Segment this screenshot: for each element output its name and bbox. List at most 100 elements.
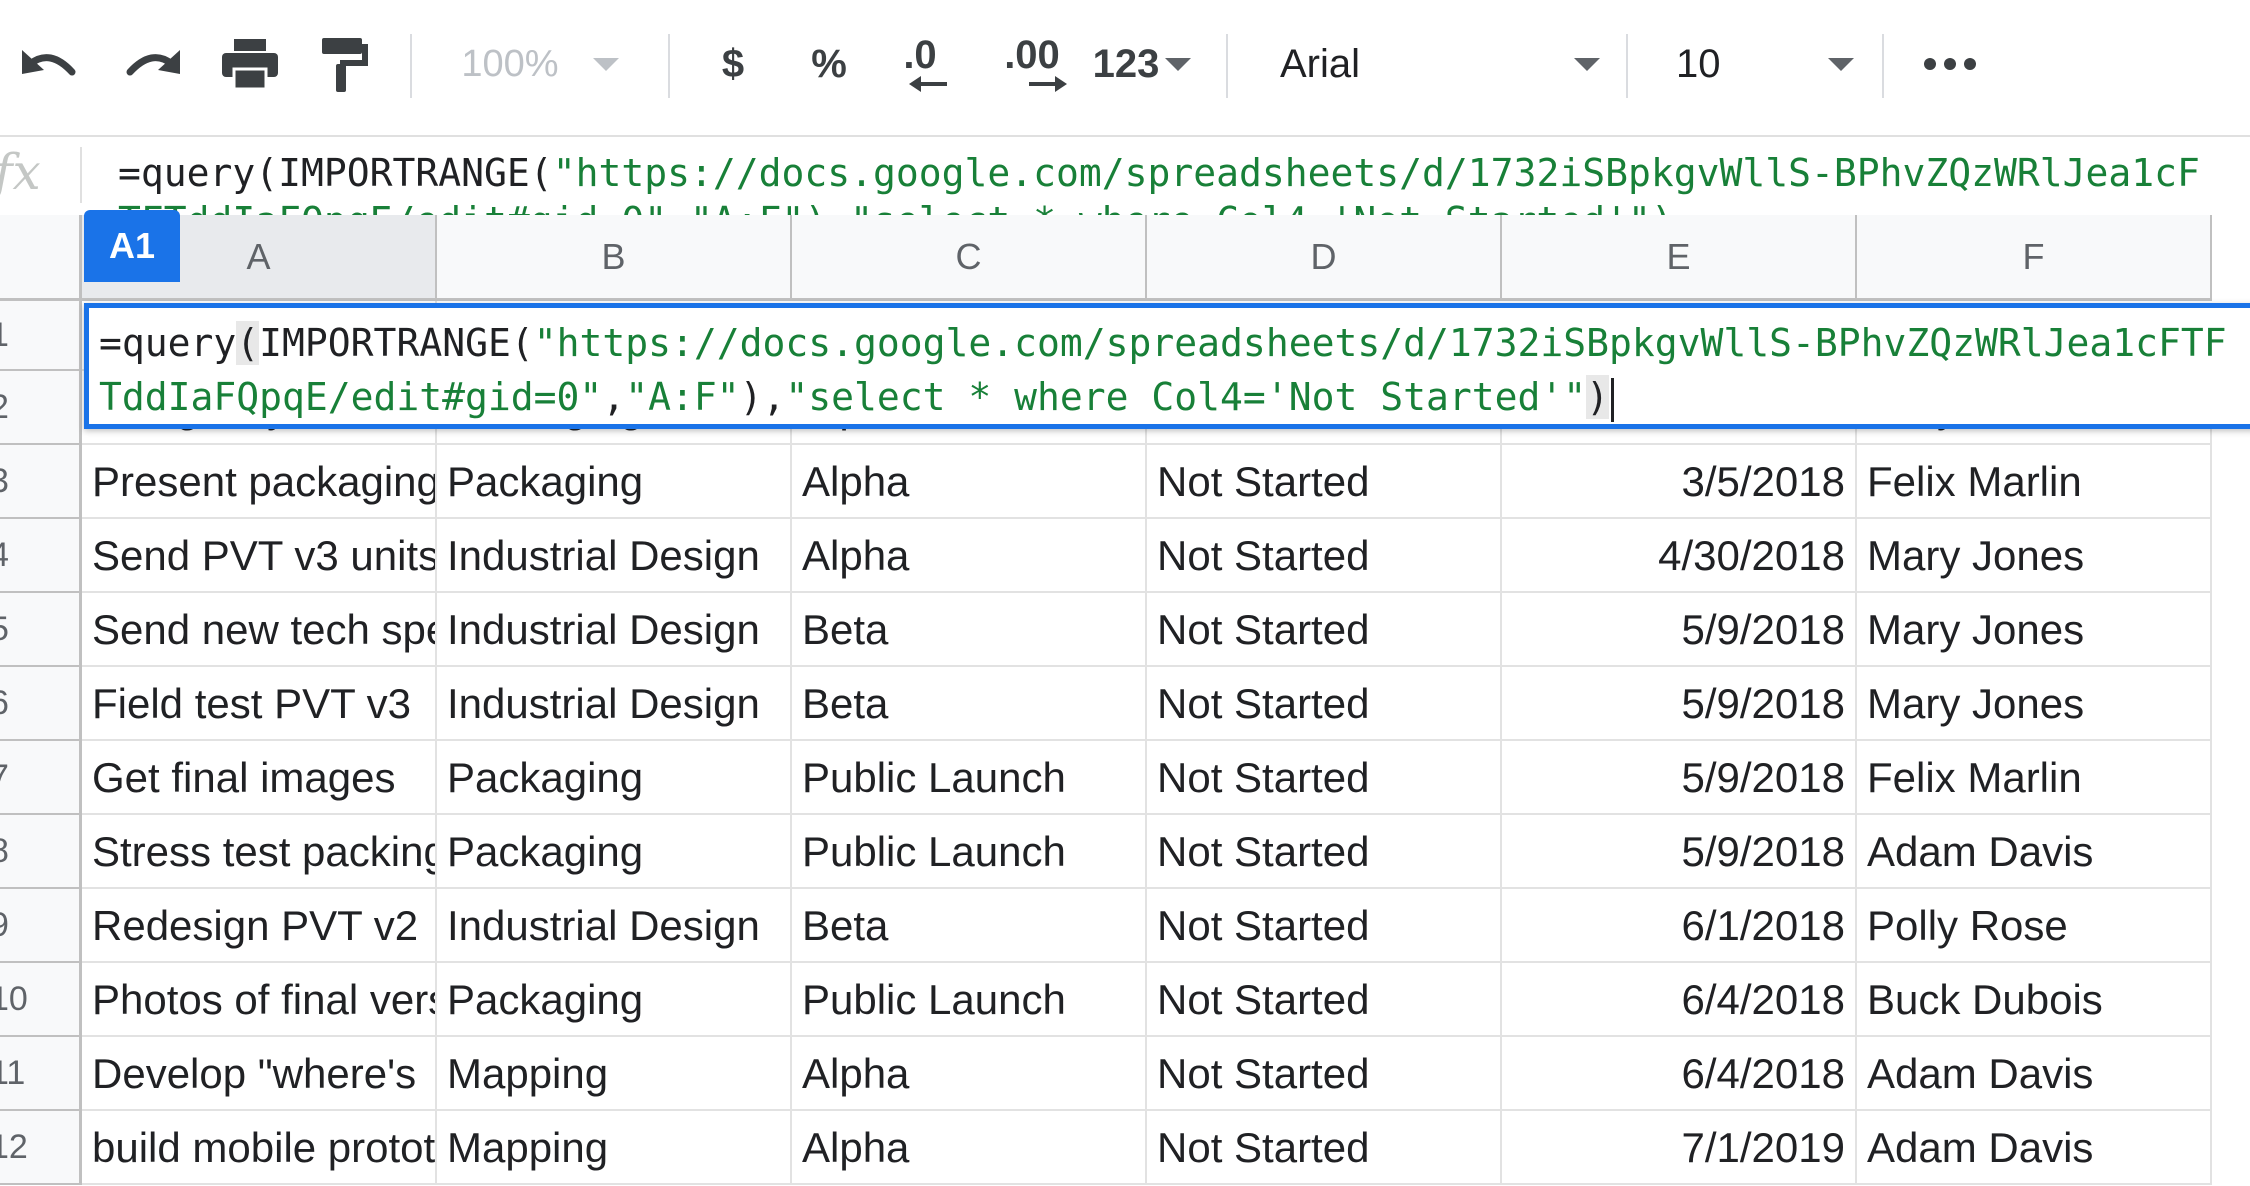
table-cell[interactable]: Not Started — [1147, 519, 1502, 593]
table-cell[interactable]: Public Launch — [792, 815, 1147, 889]
table-cell[interactable]: Packaging — [437, 815, 792, 889]
table-cell[interactable]: Packaging — [437, 741, 792, 815]
row-header[interactable]: 6 — [0, 667, 82, 741]
table-cell[interactable]: 6/4/2018 — [1502, 1037, 1857, 1111]
table-cell[interactable]: 5/9/2018 — [1502, 593, 1857, 667]
table-cell[interactable]: Felix Marlin — [1857, 445, 2212, 519]
formula-function: =query(IMPORTRANGE( — [118, 151, 553, 195]
table-cell[interactable]: Alpha — [792, 519, 1147, 593]
cell-editor-text[interactable]: =query(IMPORTRANGE("https://docs.google.… — [99, 316, 2249, 424]
column-header-d[interactable]: D — [1147, 215, 1502, 301]
select-all-corner[interactable] — [0, 215, 82, 301]
table-cell[interactable]: Field test PVT v3 — [82, 667, 437, 741]
table-cell[interactable]: Polly Rose — [1857, 889, 2212, 963]
table-cell[interactable]: 6/1/2018 — [1502, 889, 1857, 963]
column-header-c[interactable]: C — [792, 215, 1147, 301]
row-header[interactable]: 2 — [0, 371, 82, 445]
table-cell[interactable]: Alpha — [792, 1037, 1147, 1111]
table-cell[interactable]: Industrial Design — [437, 889, 792, 963]
table-cell[interactable]: Stress test packing — [82, 815, 437, 889]
row-header[interactable]: 7 — [0, 741, 82, 815]
table-cell[interactable]: Felix Marlin — [1857, 741, 2212, 815]
table-cell[interactable]: Get final images — [82, 741, 437, 815]
table-cell[interactable]: Alpha — [792, 445, 1147, 519]
paint-format-button[interactable] — [304, 28, 384, 100]
table-cell[interactable]: Develop "where's — [82, 1037, 437, 1111]
table-cell[interactable]: Mary Jones — [1857, 667, 2212, 741]
row-header[interactable]: 1 — [0, 301, 82, 371]
row-number: 6 — [0, 684, 9, 723]
table-cell[interactable]: Photos of final version — [82, 963, 437, 1037]
table-cell[interactable]: Present packaging — [82, 445, 437, 519]
table-cell[interactable]: Mary Jones — [1857, 593, 2212, 667]
table-cell[interactable]: 5/9/2018 — [1502, 667, 1857, 741]
table-cell[interactable]: 5/9/2018 — [1502, 741, 1857, 815]
table-cell[interactable]: Beta — [792, 593, 1147, 667]
toolbar-separator — [1626, 34, 1628, 98]
table-cell[interactable]: build mobile prototype — [82, 1111, 437, 1185]
print-button[interactable] — [210, 28, 290, 100]
table-cell[interactable]: Buck Dubois — [1857, 963, 2212, 1037]
cell-editor[interactable]: =query(IMPORTRANGE("https://docs.google.… — [84, 303, 2250, 429]
font-family-select[interactable]: Arial — [1280, 28, 1600, 100]
table-cell[interactable]: Adam Davis — [1857, 1037, 2212, 1111]
table-cell[interactable]: Not Started — [1147, 445, 1502, 519]
more-formats-button[interactable]: 123 — [1084, 28, 1200, 100]
table-cell[interactable]: Adam Davis — [1857, 815, 2212, 889]
table-cell[interactable]: Industrial Design — [437, 519, 792, 593]
zoom-select[interactable]: 100% — [440, 28, 640, 100]
row-header[interactable]: 3 — [0, 445, 82, 519]
table-cell[interactable]: Alpha — [792, 1111, 1147, 1185]
row-header[interactable]: 10 — [0, 963, 82, 1037]
font-size-select[interactable]: 10 — [1676, 28, 1854, 100]
table-cell[interactable]: Not Started — [1147, 593, 1502, 667]
table-cell[interactable]: Send PVT v3 units — [82, 519, 437, 593]
table-cell[interactable]: 6/4/2018 — [1502, 963, 1857, 1037]
table-cell[interactable]: 3/5/2018 — [1502, 445, 1857, 519]
more-button[interactable] — [1910, 28, 1990, 100]
column-header-e[interactable]: E — [1502, 215, 1857, 301]
percent-format-button[interactable]: % — [796, 28, 862, 100]
table-cell[interactable]: Send new tech specs — [82, 593, 437, 667]
table-cell[interactable]: Not Started — [1147, 1111, 1502, 1185]
table-cell[interactable]: Not Started — [1147, 963, 1502, 1037]
currency-format-button[interactable]: $ — [700, 28, 766, 100]
row-header[interactable]: 12 — [0, 1111, 82, 1185]
formula-input[interactable]: =query(IMPORTRANGE("https://docs.google.… — [118, 149, 2218, 217]
row-header[interactable]: 5 — [0, 593, 82, 667]
table-cell[interactable]: Public Launch — [792, 741, 1147, 815]
redo-button[interactable] — [112, 28, 192, 100]
toolbar-separator — [668, 34, 670, 98]
table-cell[interactable]: Mapping — [437, 1111, 792, 1185]
table-cell[interactable]: Industrial Design — [437, 593, 792, 667]
table-cell[interactable]: Not Started — [1147, 815, 1502, 889]
table-cell[interactable]: Beta — [792, 889, 1147, 963]
row-header[interactable]: 4 — [0, 519, 82, 593]
table-cell[interactable]: 5/9/2018 — [1502, 815, 1857, 889]
table-cell[interactable]: Not Started — [1147, 741, 1502, 815]
row-header[interactable]: 9 — [0, 889, 82, 963]
column-header-f[interactable]: F — [1857, 215, 2212, 301]
row-header[interactable]: 11 — [0, 1037, 82, 1111]
table-cell[interactable]: Mapping — [437, 1037, 792, 1111]
row-number: 7 — [0, 758, 9, 797]
table-cell[interactable]: 7/1/2019 — [1502, 1111, 1857, 1185]
chevron-down-icon — [1574, 57, 1600, 71]
table-cell[interactable]: 4/30/2018 — [1502, 519, 1857, 593]
table-cell[interactable]: Not Started — [1147, 889, 1502, 963]
column-header-b[interactable]: B — [437, 215, 792, 301]
decrease-decimal-button[interactable]: .0 — [882, 28, 958, 100]
table-cell[interactable]: Packaging — [437, 445, 792, 519]
table-cell[interactable]: Packaging — [437, 963, 792, 1037]
table-cell[interactable]: Adam Davis — [1857, 1111, 2212, 1185]
table-cell[interactable]: Industrial Design — [437, 667, 792, 741]
increase-decimal-button[interactable]: .00 — [984, 28, 1080, 100]
table-cell[interactable]: Public Launch — [792, 963, 1147, 1037]
table-cell[interactable]: Not Started — [1147, 667, 1502, 741]
undo-button[interactable] — [10, 28, 90, 100]
table-cell[interactable]: Beta — [792, 667, 1147, 741]
table-cell[interactable]: Not Started — [1147, 1037, 1502, 1111]
table-cell[interactable]: Redesign PVT v2 — [82, 889, 437, 963]
row-header[interactable]: 8 — [0, 815, 82, 889]
table-cell[interactable]: Mary Jones — [1857, 519, 2212, 593]
